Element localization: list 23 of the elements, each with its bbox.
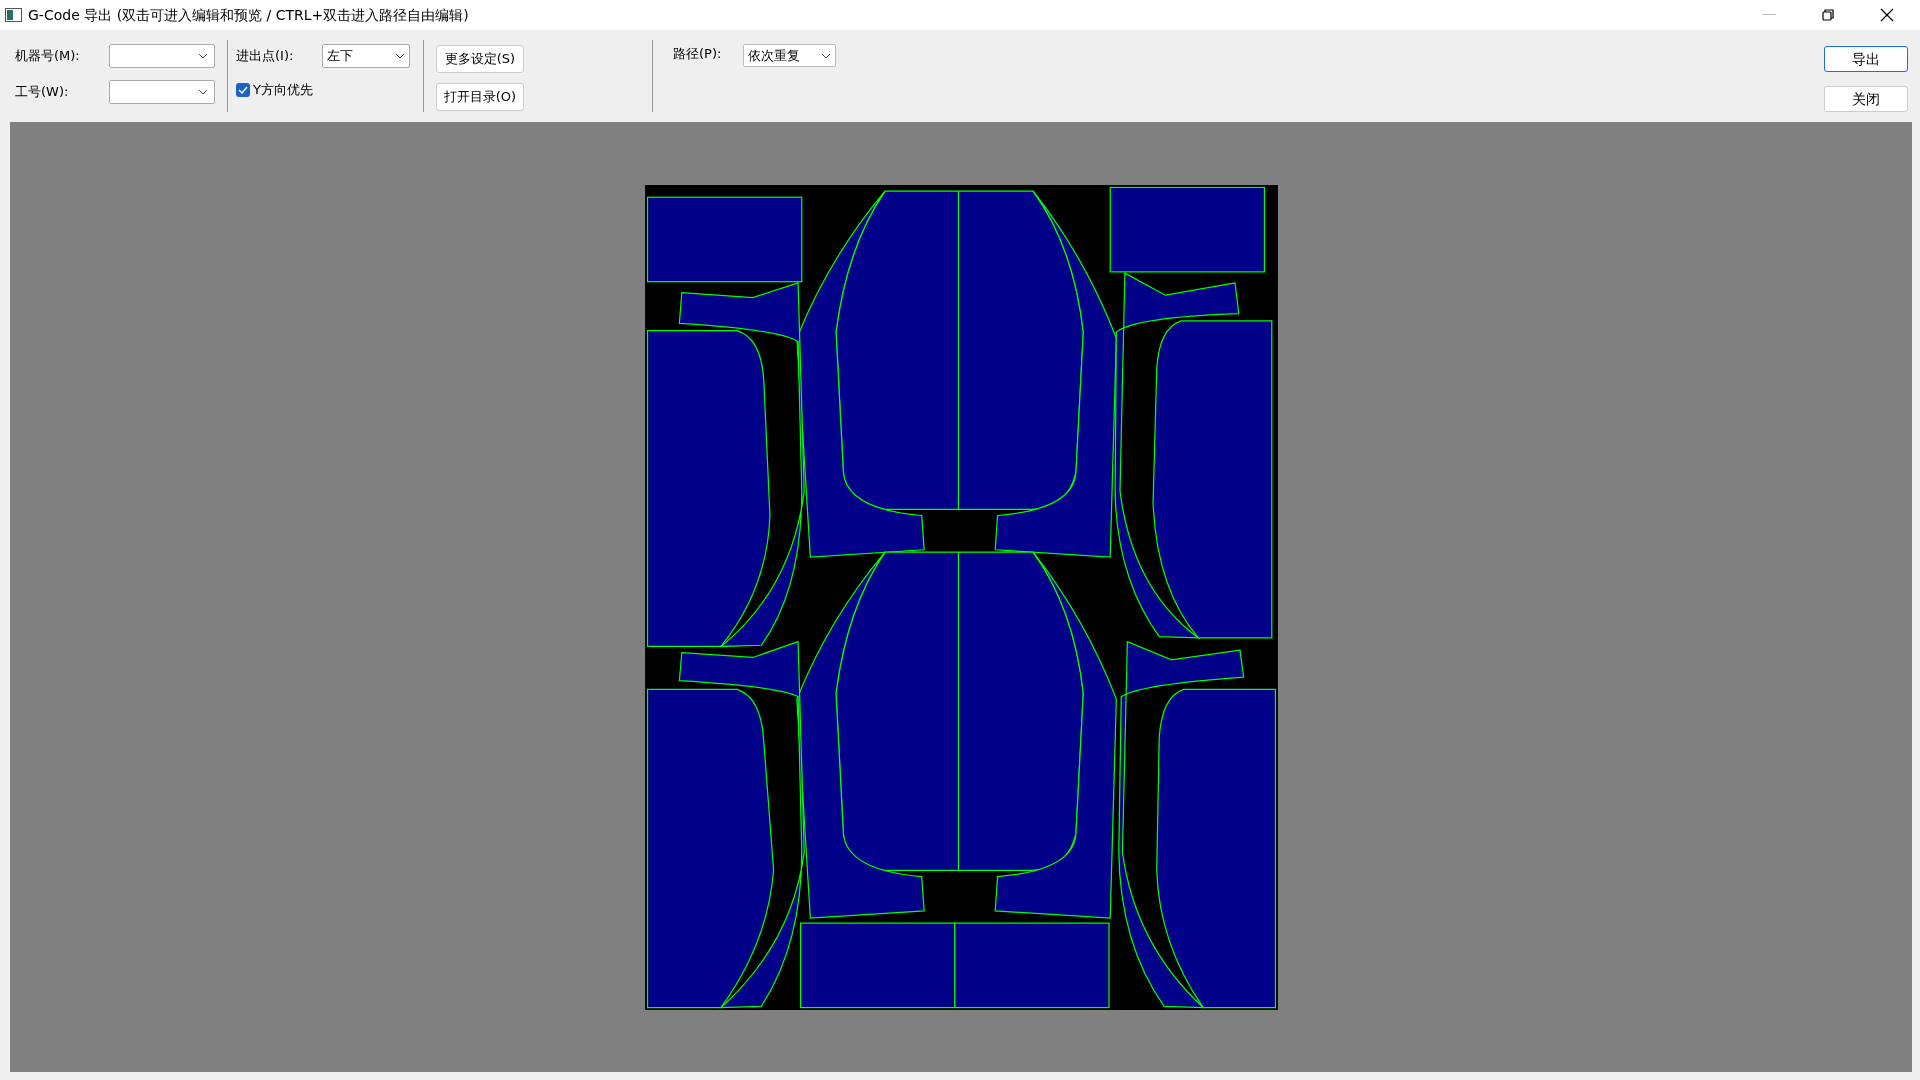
chevron-icon — [198, 89, 208, 95]
app-icon — [5, 8, 22, 22]
chevron-icon — [395, 53, 405, 59]
nesting-layout-drawing[interactable] — [644, 185, 1278, 1010]
entry-point-dropdown[interactable]: 左下 — [322, 44, 410, 68]
toolbar-button[interactable]: 打开目录(O) — [436, 83, 524, 111]
action-button[interactable]: 导出 — [1824, 46, 1908, 72]
entry-point-label: 进出点(I): — [236, 47, 295, 66]
close-icon[interactable] — [1880, 8, 1894, 22]
path-dropdown[interactable]: 依次重复 — [743, 44, 836, 67]
chevron-icon — [198, 53, 208, 59]
preview-canvas[interactable] — [10, 122, 1912, 1072]
checkbox[interactable] — [236, 82, 250, 97]
worker-label: 工号(W): — [15, 83, 70, 102]
window-title: G-Code 导出 (双击可进入编辑和预览 / CTRL+双击进入路径自由编辑) — [28, 5, 469, 25]
restore-icon[interactable] — [1822, 9, 1834, 21]
path-label: 路径(P): — [673, 45, 723, 63]
toolbar-button[interactable]: 更多设定(S) — [436, 45, 524, 73]
machine-label: 机器号(M): — [15, 47, 81, 66]
check-icon — [238, 85, 248, 94]
action-button[interactable]: 关闭 — [1824, 86, 1908, 112]
chevron-icon — [821, 52, 831, 59]
checkbox-label: Y方向优先 — [253, 81, 313, 99]
